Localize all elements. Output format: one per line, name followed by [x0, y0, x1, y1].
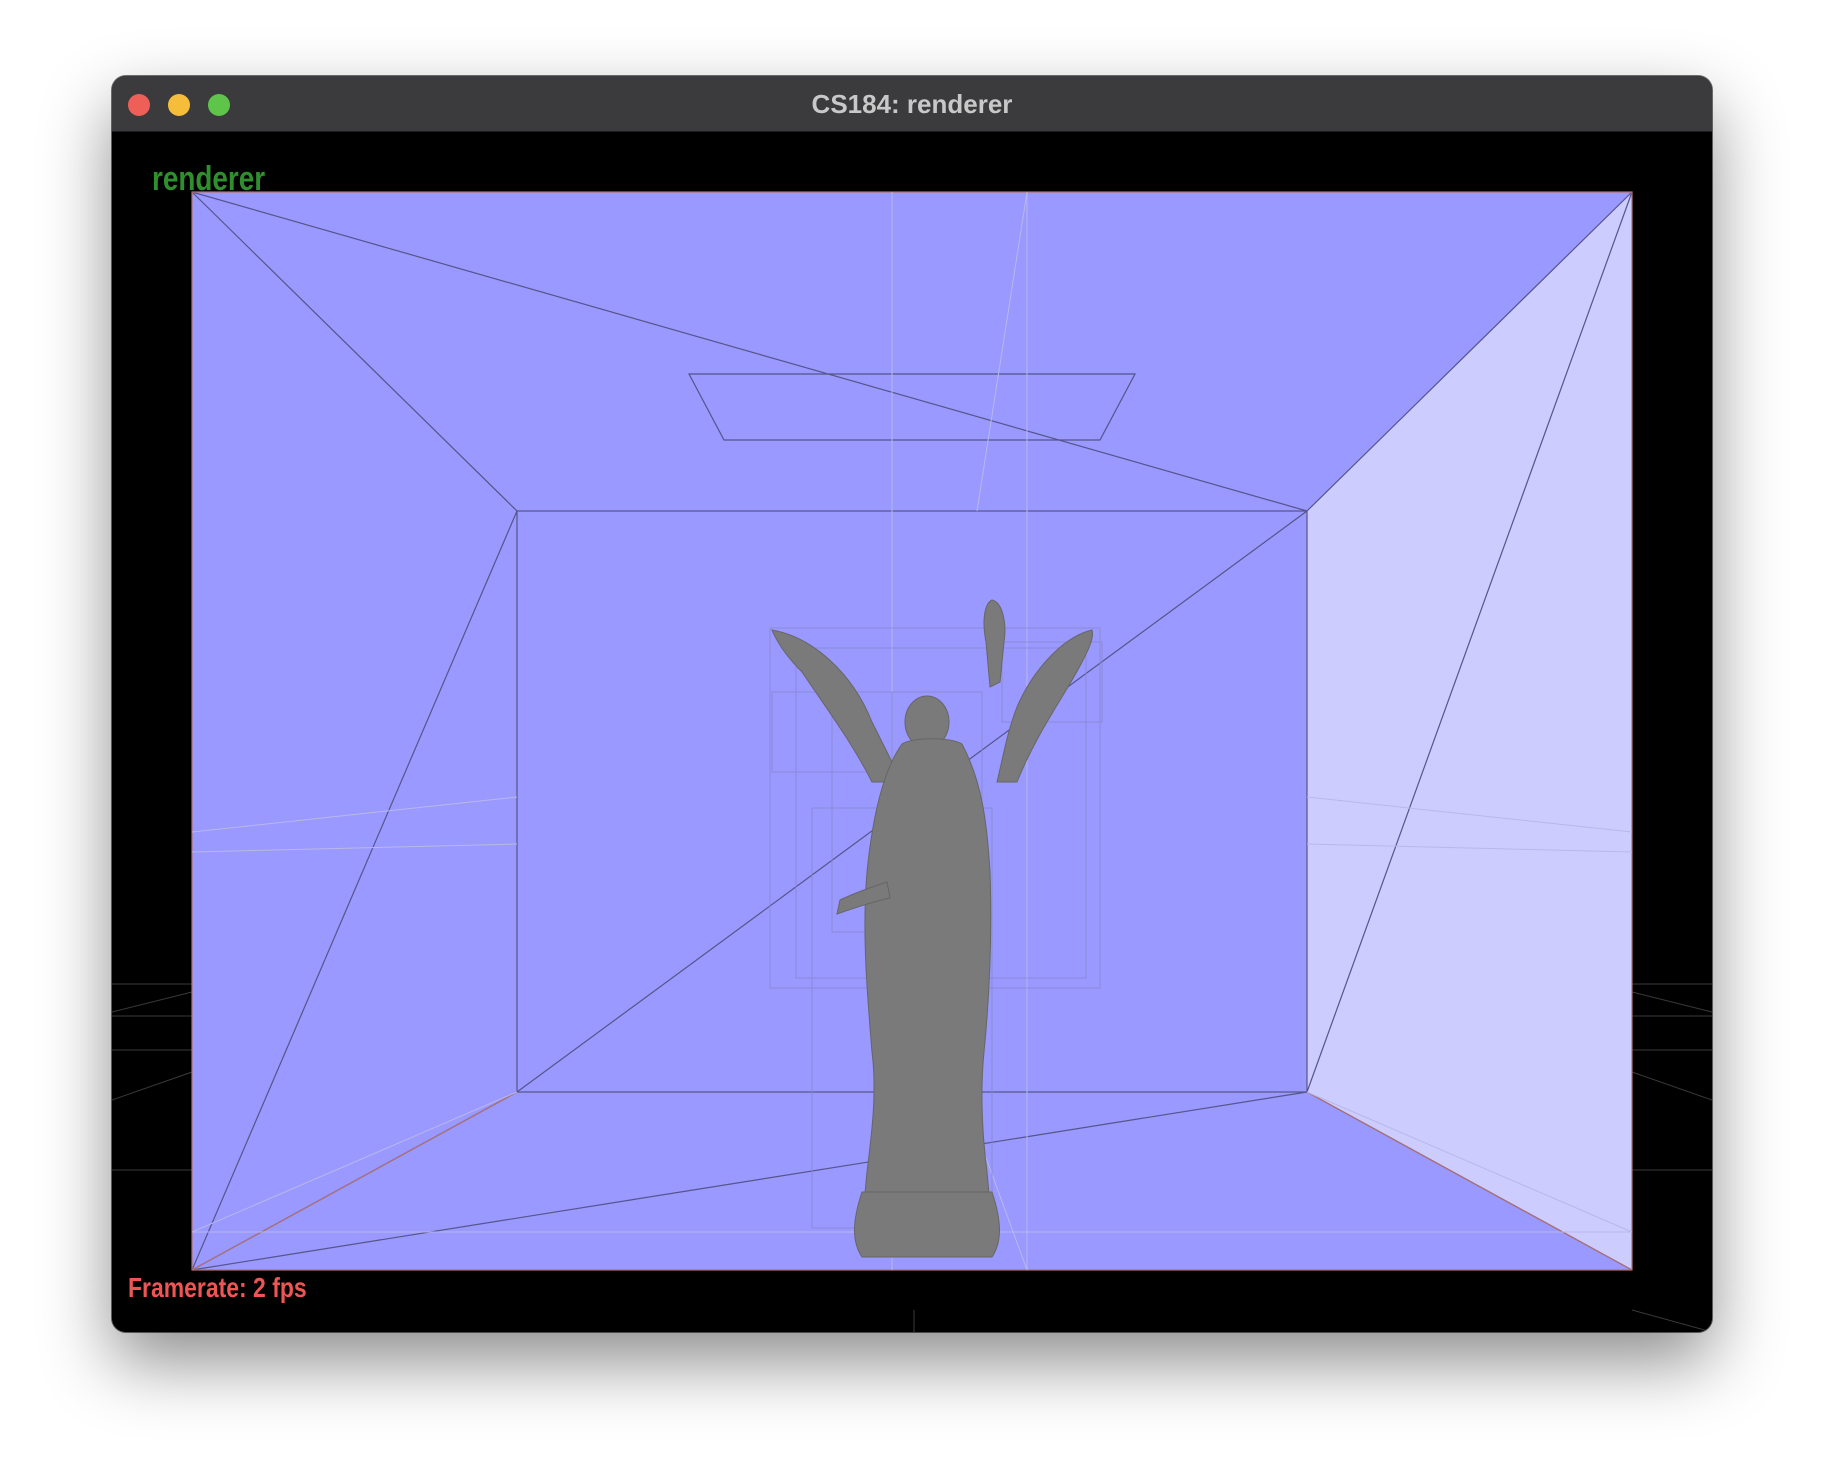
window-title: CS184: renderer — [811, 89, 1013, 119]
scene-title: renderer — [152, 160, 266, 198]
scene-canvas — [112, 191, 1712, 1332]
framerate-readout: Framerate: 2 fps — [128, 1272, 307, 1303]
app-window: CS184: renderer renderer Framerate: 2 fp… — [112, 76, 1712, 1332]
render-viewport[interactable]: renderer Framerate: 2 fps — [112, 132, 1712, 1332]
title-bar[interactable]: CS184: renderer — [112, 76, 1712, 132]
